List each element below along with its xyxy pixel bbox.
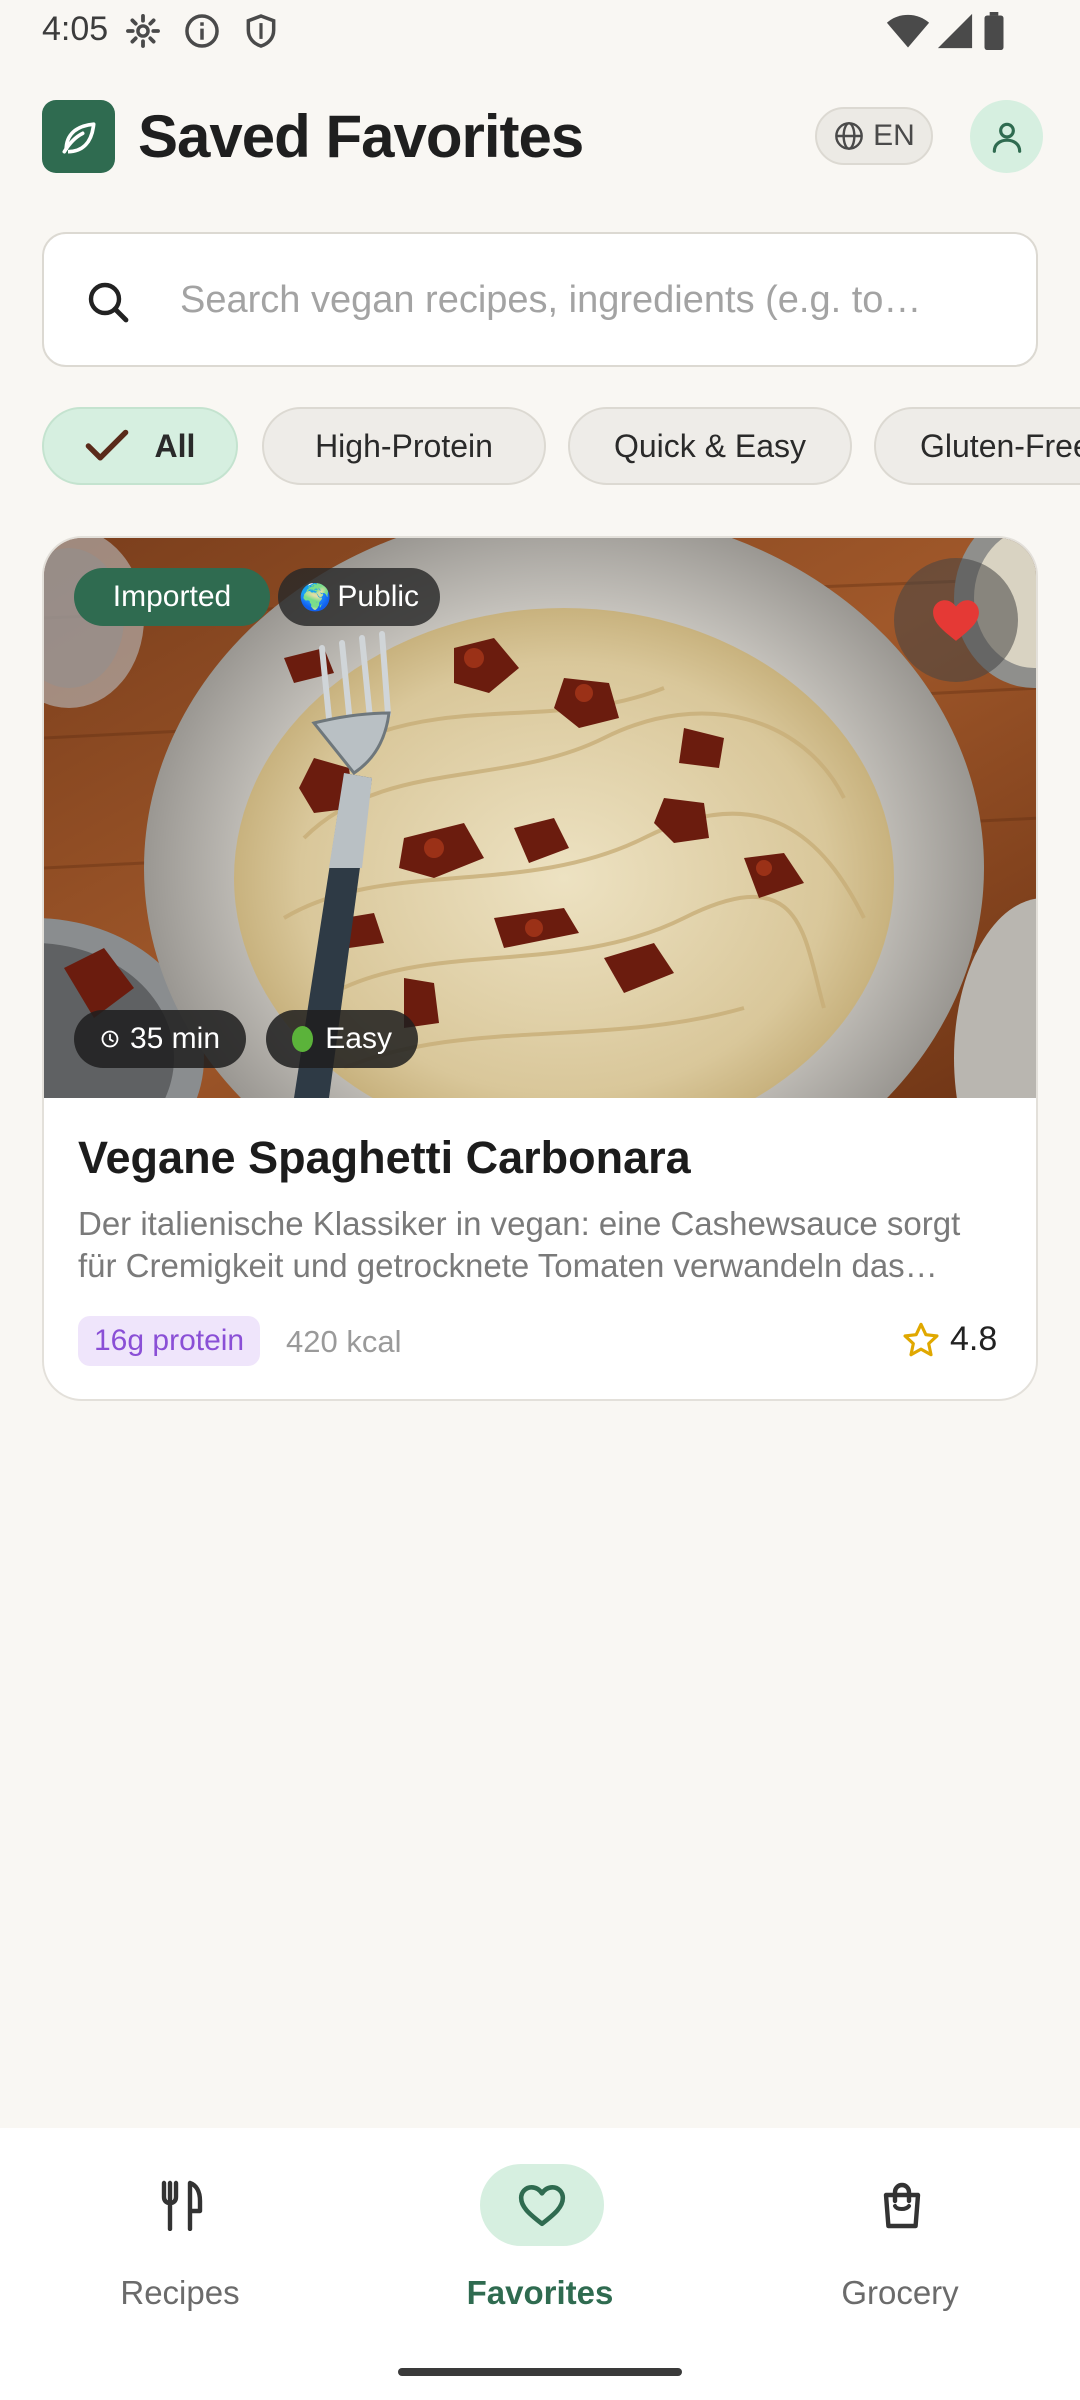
battery-icon xyxy=(984,12,1004,50)
recipe-description: Der italienische Klassiker in vegan: ein… xyxy=(78,1205,961,1284)
user-icon xyxy=(992,122,1021,153)
search-icon xyxy=(88,282,129,323)
rating-value: 4.8 xyxy=(950,1320,998,1358)
info-icon xyxy=(185,14,219,48)
signal-icon xyxy=(937,13,973,49)
nav-icon-container xyxy=(120,2164,244,2246)
shopping-bag-icon xyxy=(883,2182,921,2229)
nav-label: Favorites xyxy=(466,2274,614,2311)
chip-gluten-free[interactable]: Gluten-Free xyxy=(874,407,1080,485)
time-badge: 35 min xyxy=(74,1010,246,1068)
nav-icon-container xyxy=(480,2164,604,2246)
chip-label: All xyxy=(154,427,196,464)
favorite-button[interactable] xyxy=(894,558,1018,682)
protein-tag: 16g protein xyxy=(78,1316,261,1366)
status-bar: 4:05 xyxy=(0,0,1080,62)
language-label: EN xyxy=(873,119,915,152)
bottom-nav: Recipes Favorites Grocery xyxy=(0,2128,1080,2400)
difficulty-badge: Easy xyxy=(266,1010,418,1068)
nav-label: Recipes xyxy=(120,2274,240,2311)
language-button[interactable]: EN xyxy=(815,107,933,165)
clock-icon xyxy=(101,1030,119,1048)
recipe-card[interactable]: Imported 🌍 Public 35 min Easy Vegane Spa… xyxy=(42,536,1038,1401)
app-logo xyxy=(42,100,115,173)
imported-badge: Imported xyxy=(74,568,270,626)
gear-icon xyxy=(126,14,160,48)
chip-label: Gluten-Free xyxy=(920,427,1080,464)
page-title: Saved Favorites xyxy=(138,103,584,170)
chip-quick-easy[interactable]: Quick & Easy xyxy=(568,407,852,485)
chip-label: High-Protein xyxy=(315,427,493,464)
calories-label: 420 kcal xyxy=(286,1324,402,1359)
difficulty-dot-icon xyxy=(292,1026,314,1052)
wifi-icon xyxy=(886,14,930,48)
favorites-screen: 4:05 Saved Favorites EN Search vegan rec… xyxy=(0,0,1080,2400)
status-time: 4:05 xyxy=(42,10,109,48)
recipe-title: Vegane Spaghetti Carbonara xyxy=(78,1132,691,1183)
chip-all[interactable]: All xyxy=(42,407,238,485)
check-icon xyxy=(85,429,128,461)
heart-filled-icon xyxy=(933,600,979,641)
heart-icon xyxy=(518,2185,566,2227)
globe-emoji-icon: 🌍 xyxy=(298,581,332,612)
imported-badge-label: Imported xyxy=(112,580,232,613)
public-badge: 🌍 Public xyxy=(278,568,440,626)
rating: 4.8 xyxy=(902,1320,997,1359)
search-box xyxy=(42,232,1038,367)
profile-button[interactable] xyxy=(970,100,1043,173)
shield-icon xyxy=(246,14,276,48)
home-indicator[interactable] xyxy=(398,2368,682,2376)
public-badge-label: Public xyxy=(337,580,420,613)
leaf-icon xyxy=(62,121,95,153)
star-icon xyxy=(903,1322,939,1356)
chip-high-protein[interactable]: High-Protein xyxy=(262,407,546,485)
nav-item-recipes[interactable]: Recipes xyxy=(60,2164,300,2344)
chip-label: Quick & Easy xyxy=(613,427,807,464)
difficulty-label: Easy xyxy=(325,1022,392,1055)
globe-icon xyxy=(835,122,864,150)
filter-chip-row: All High-Protein Quick & Easy Gluten-Fre… xyxy=(42,407,1080,487)
nav-item-grocery[interactable]: Grocery xyxy=(780,2164,1020,2344)
time-label: 35 min xyxy=(129,1022,220,1055)
fork-knife-icon xyxy=(161,2180,203,2231)
nav-label: Grocery xyxy=(841,2274,959,2311)
nav-item-favorites[interactable]: Favorites xyxy=(420,2164,660,2344)
nav-icon-container xyxy=(840,2164,964,2246)
search-input[interactable] xyxy=(180,272,1010,328)
